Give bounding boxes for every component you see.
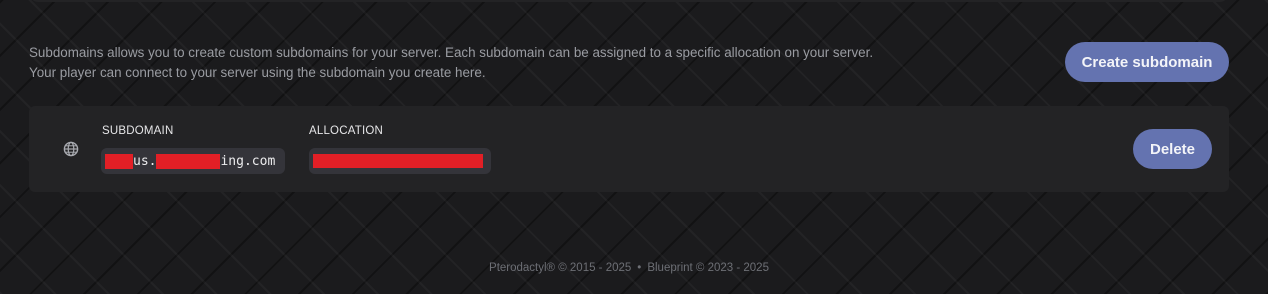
- create-subdomain-button[interactable]: Create subdomain: [1065, 42, 1229, 82]
- description-line-2: Your player can connect to your server u…: [29, 65, 486, 80]
- subdomain-value: us. ing.com: [101, 148, 285, 174]
- subdomain-column-label: SUBDOMAIN: [102, 125, 174, 137]
- allocation-redaction: [313, 154, 483, 168]
- footer: Pterodactyl® © 2015 - 2025 • Blueprint © 2…: [0, 262, 1258, 274]
- description-line-1: Subdomains allows you to create custom s…: [29, 45, 874, 60]
- globe-icon: [63, 141, 79, 157]
- subdomain-row: SUBDOMAIN us. ing.com ALLOCATION Delete: [29, 106, 1229, 192]
- subdomain-prefix-redaction: [105, 153, 133, 169]
- allocation-column-label: ALLOCATION: [309, 125, 383, 137]
- delete-subdomain-button[interactable]: Delete: [1133, 129, 1212, 169]
- subdomains-description: Subdomains allows you to create custom s…: [29, 43, 989, 83]
- footer-separator: •: [637, 262, 642, 274]
- footer-pterodactyl-copyright: Pterodactyl® © 2015 - 2025: [489, 262, 632, 274]
- allocation-value: [309, 148, 491, 174]
- subdomain-part-1: us.: [133, 153, 157, 169]
- subdomain-domain-redaction: [156, 153, 221, 169]
- footer-blueprint-copyright: Blueprint © 2023 - 2025: [647, 262, 769, 274]
- subdomain-part-2: ing.com: [220, 153, 276, 169]
- top-panel-edge: [30, 0, 1228, 2]
